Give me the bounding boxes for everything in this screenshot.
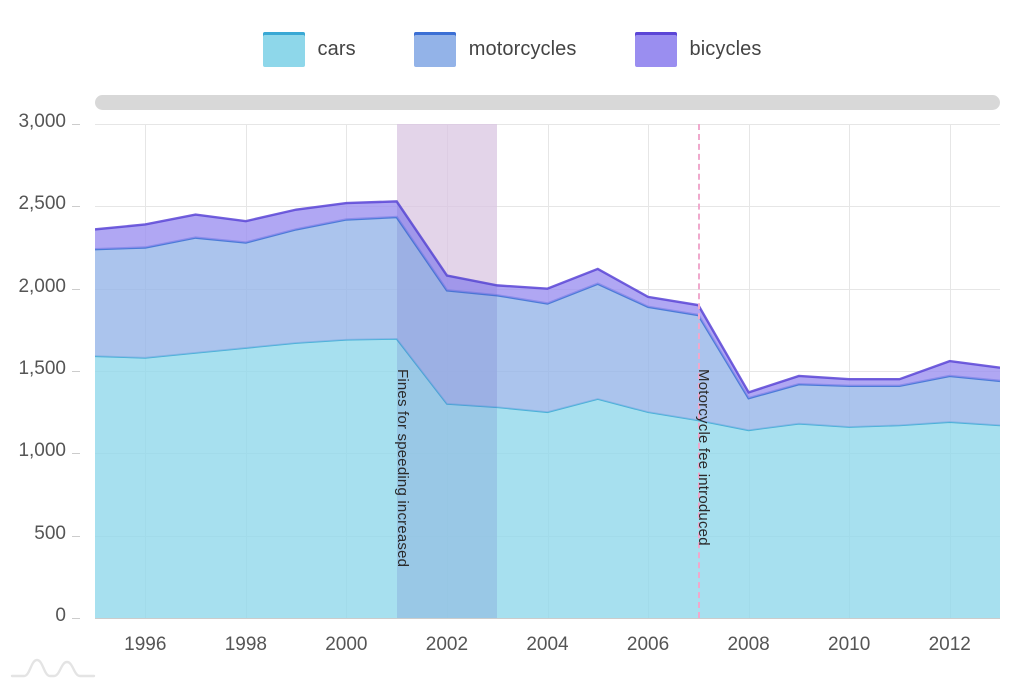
y-axis-tick: [72, 453, 80, 455]
legend-item-motorcycles[interactable]: motorcycles: [413, 32, 577, 67]
x-axis-label: 2002: [425, 634, 469, 655]
y-axis-tick: [72, 206, 80, 208]
x-axis-label: 2000: [325, 634, 368, 655]
y-axis-label: 3,000: [18, 111, 66, 132]
chart-annotation: Motorcycle fee introduced: [695, 369, 713, 546]
legend-item-label: cars: [317, 38, 356, 60]
y-axis-label: 2,500: [18, 193, 66, 215]
selection-overlay[interactable]: [396, 124, 498, 618]
chart-legend: cars motorcycles bicycles: [0, 32, 1024, 67]
y-axis-label: 2,000: [18, 275, 66, 297]
x-axis: 1996 1998 2000 2002 2004 2006 2008 2010 2012: [95, 618, 1000, 668]
legend-item-label: motorcycles: [468, 38, 577, 60]
x-axis-label: 2008: [727, 634, 770, 655]
y-axis-label: 500: [34, 522, 66, 544]
series-layer: [95, 200, 1000, 618]
watermark-logo: [10, 658, 96, 678]
legend-item-bicycles[interactable]: bicycles: [634, 32, 762, 67]
y-axis-label: 1,500: [18, 358, 66, 379]
y-axis-tick: [72, 535, 80, 537]
chart-page: cars motorcycles bicycles 0 500 1,000 1,500 2,…: [0, 0, 1024, 690]
y-axis-tick: [72, 288, 80, 290]
range-scrollbar[interactable]: [95, 95, 1000, 110]
y-axis-label: 0: [55, 605, 66, 626]
y-axis-tick: [72, 371, 80, 372]
y-axis-tick: [72, 618, 80, 619]
legend-swatch-icon: [634, 32, 677, 67]
chart-annotation: Fines for speeding increased: [393, 369, 411, 568]
x-axis-label: 2012: [928, 634, 971, 655]
x-axis-label: 1998: [224, 634, 267, 655]
x-axis-label: 1996: [124, 634, 167, 655]
legend-item-cars[interactable]: cars: [262, 32, 356, 67]
x-axis-label: 2010: [828, 634, 871, 655]
legend-swatch-icon: [262, 32, 305, 67]
x-axis-label: 2006: [626, 634, 670, 655]
legend-item-label: bicycles: [689, 38, 762, 60]
x-axis-label: 2004: [526, 634, 569, 655]
y-axis-tick: [72, 124, 80, 125]
plot-area[interactable]: Fines for speeding increased Motorcycle f…: [95, 124, 1000, 618]
y-axis-label: 1,000: [18, 440, 66, 462]
legend-swatch-icon: [413, 32, 456, 67]
y-axis: 0 500 1,000 1,500 2,000 2,500 3,000: [0, 111, 80, 626]
